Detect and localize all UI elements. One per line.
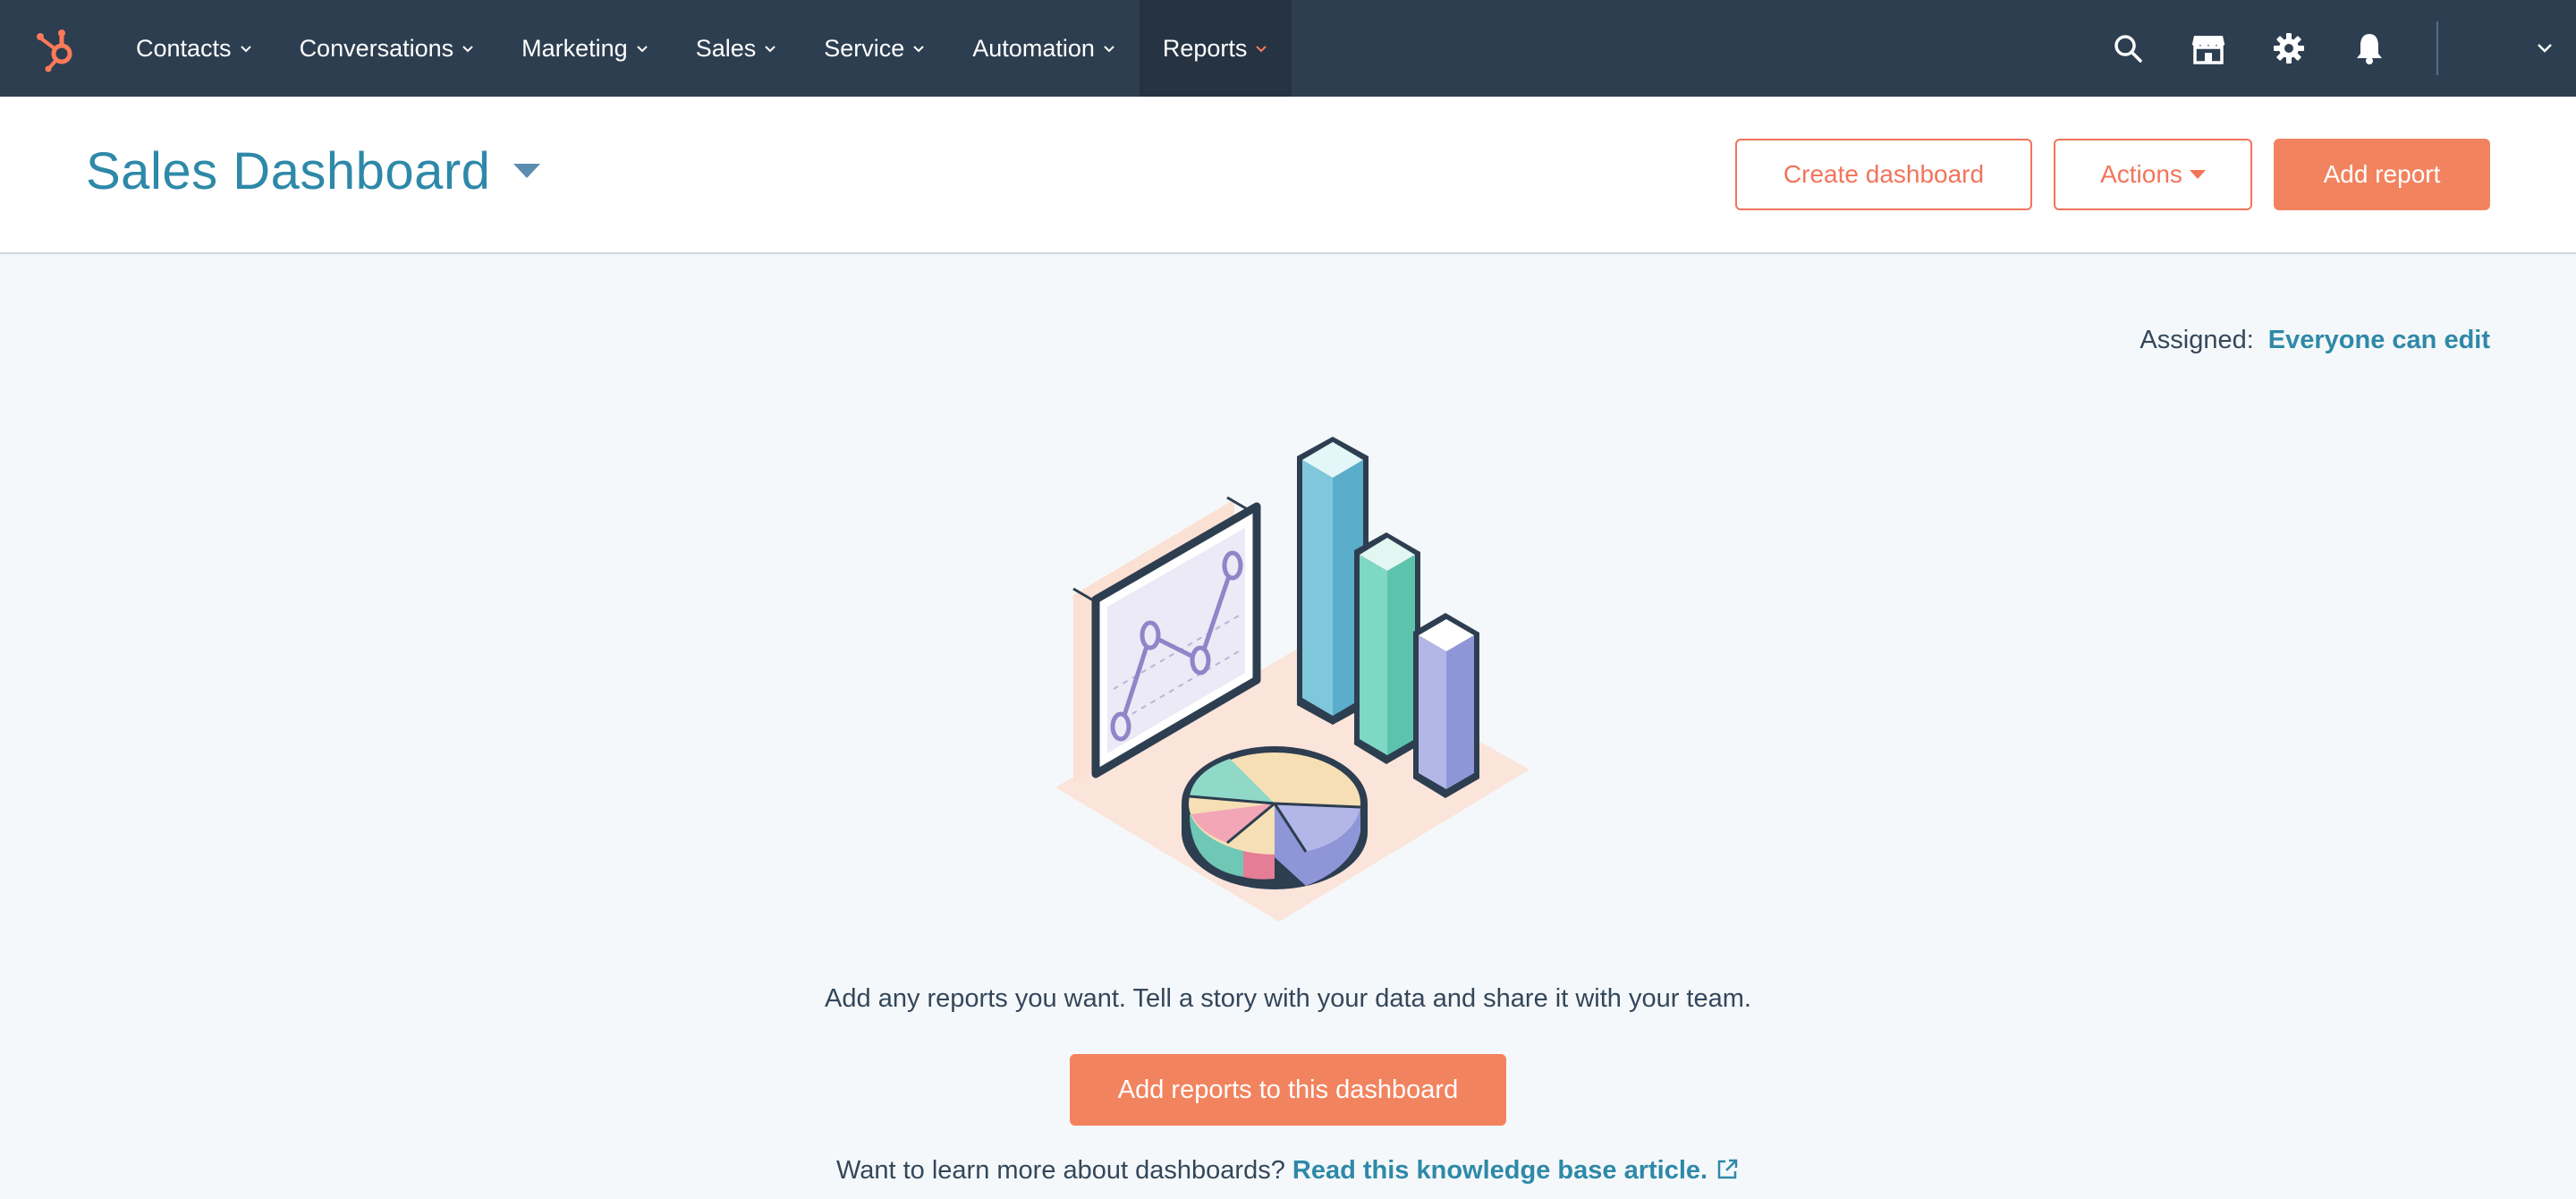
add-report-label: Add report — [2323, 160, 2441, 188]
search-icon[interactable] — [2088, 0, 2168, 97]
learn-more-prefix: Want to learn more about dashboards? — [835, 1156, 1285, 1185]
actions-dropdown-button[interactable]: Actions — [2054, 139, 2252, 210]
page-title: Sales Dashboard — [86, 142, 491, 200]
gear-icon[interactable] — [2249, 0, 2329, 97]
nav-item-label: Reports — [1162, 34, 1248, 62]
chevron-down-icon — [1256, 46, 1267, 53]
chevron-down-icon — [1104, 46, 1114, 53]
nav-item-service[interactable]: Service — [801, 0, 949, 97]
nav-item-label: Automation — [972, 34, 1095, 62]
assigned-permission-link[interactable]: Everyone can edit — [2268, 326, 2490, 355]
nav-item-label: Sales — [695, 34, 757, 62]
add-report-button[interactable]: Add report — [2274, 139, 2490, 210]
caret-down-icon — [2189, 170, 2206, 179]
hubspot-logo-icon[interactable] — [32, 23, 82, 73]
nav-item-label: Marketing — [521, 34, 628, 62]
external-link-icon — [1717, 1159, 1738, 1179]
nav-item-marketing[interactable]: Marketing — [498, 0, 673, 97]
dashboard-selector[interactable]: Sales Dashboard — [86, 141, 541, 201]
create-dashboard-label: Create dashboard — [1783, 160, 1985, 188]
empty-state-message: Add any reports you want. Tell a story w… — [825, 984, 1751, 1013]
create-dashboard-button[interactable]: Create dashboard — [1735, 139, 2032, 210]
chevron-down-icon — [636, 46, 648, 53]
actions-label: Actions — [2100, 160, 2182, 188]
nav-item-label: Contacts — [136, 34, 232, 62]
nav-item-conversations[interactable]: Conversations — [276, 0, 499, 97]
chevron-down-icon — [462, 46, 473, 53]
knowledge-base-link[interactable]: Read this knowledge base article. — [1292, 1156, 1740, 1185]
chevron-down-icon — [765, 46, 775, 53]
assigned-permissions: Assigned: Everyone can edit — [2140, 326, 2490, 355]
nav-item-label: Conversations — [299, 34, 454, 62]
account-menu[interactable] — [2451, 0, 2576, 97]
assigned-label: Assigned: — [2140, 326, 2254, 354]
nav-item-reports[interactable]: Reports — [1139, 0, 1292, 97]
nav-item-automation[interactable]: Automation — [949, 0, 1140, 97]
top-navigation-bar: Contacts Conversations Marketing Sales S… — [0, 0, 2576, 97]
marketplace-icon[interactable] — [2168, 0, 2249, 97]
nav-utility-icons — [2088, 0, 2576, 97]
add-reports-to-dashboard-button[interactable]: Add reports to this dashboard — [1070, 1054, 1506, 1126]
nav-divider — [2436, 21, 2438, 75]
main-menu: Contacts Conversations Marketing Sales S… — [113, 0, 1292, 97]
chevron-down-icon — [913, 46, 924, 53]
knowledge-base-link-label: Read this knowledge base article. — [1292, 1156, 1708, 1185]
chevron-down-icon — [2538, 44, 2552, 53]
nav-item-contacts[interactable]: Contacts — [113, 0, 276, 97]
nav-item-sales[interactable]: Sales — [673, 0, 801, 97]
chevron-down-icon — [240, 46, 251, 53]
caret-down-icon — [513, 163, 541, 178]
dashboard-header: Sales Dashboard Create dashboard Actions… — [0, 97, 2576, 254]
bell-icon[interactable] — [2329, 0, 2410, 97]
dashboard-empty-illustration — [1055, 437, 1530, 922]
nav-item-label: Service — [824, 34, 905, 62]
learn-more-line: Want to learn more about dashboards? Rea… — [0, 1156, 2576, 1186]
add-reports-label: Add reports to this dashboard — [1117, 1075, 1459, 1104]
